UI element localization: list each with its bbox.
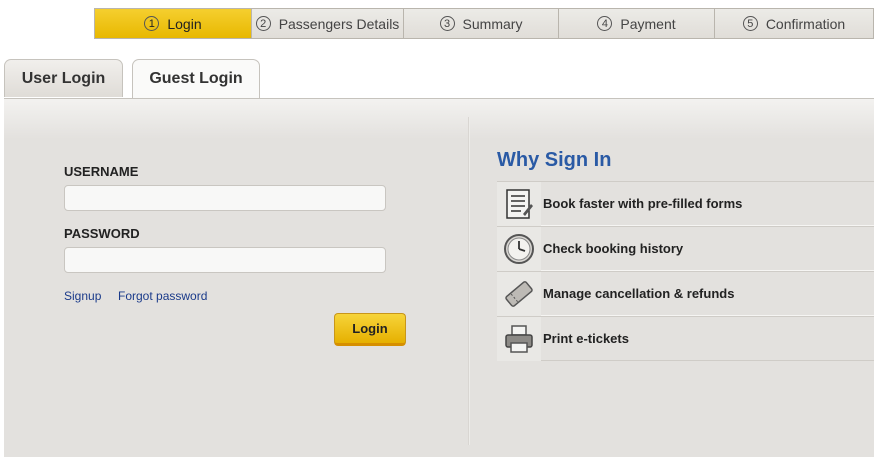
form-icon xyxy=(497,181,541,226)
login-button[interactable]: Login xyxy=(334,313,406,346)
step-label: Payment xyxy=(620,15,676,32)
step-confirmation[interactable]: 5 Confirmation xyxy=(715,9,873,38)
login-tabs: User Login Guest Login xyxy=(4,59,269,98)
step-number: 2 xyxy=(255,16,271,31)
username-input[interactable] xyxy=(64,185,386,211)
step-passengers-details[interactable]: 2 Passengers Details xyxy=(252,9,404,38)
benefits-list: Book faster with pre-filled forms Check … xyxy=(497,181,874,361)
ticket-icon xyxy=(497,271,541,316)
login-panel: USERNAME PASSWORD Signup Forgot password… xyxy=(4,98,874,457)
step-label: Summary xyxy=(462,15,523,32)
benefit-label: Manage cancellation & refunds xyxy=(543,286,735,301)
benefit-label: Check booking history xyxy=(543,241,684,256)
list-item: Manage cancellation & refunds xyxy=(497,271,874,316)
printer-icon xyxy=(497,316,541,361)
benefit-label: Book faster with pre-filled forms xyxy=(543,196,743,211)
tab-guest-login[interactable]: Guest Login xyxy=(132,59,260,98)
step-summary[interactable]: 3 Summary xyxy=(404,9,559,38)
password-label: PASSWORD xyxy=(64,226,140,241)
tab-user-login[interactable]: User Login xyxy=(4,59,123,97)
step-number: 4 xyxy=(597,16,613,31)
booking-progress-stepper: 1 Login 2 Passengers Details 3 Summary 4… xyxy=(94,8,874,39)
panel-divider xyxy=(468,117,470,445)
benefit-label: Print e-tickets xyxy=(543,331,629,346)
step-number: 3 xyxy=(439,16,455,31)
list-item: Book faster with pre-filled forms xyxy=(497,181,874,226)
why-sign-in-title: Why Sign In xyxy=(497,149,612,171)
list-item: Print e-tickets xyxy=(497,316,874,361)
forgot-password-link[interactable]: Forgot password xyxy=(118,289,207,303)
clock-icon xyxy=(497,226,541,271)
signup-link[interactable]: Signup xyxy=(64,289,101,303)
password-input[interactable] xyxy=(64,247,386,273)
step-label: Confirmation xyxy=(765,15,846,32)
step-number: 1 xyxy=(144,16,160,31)
step-label: Login xyxy=(167,15,202,32)
step-payment[interactable]: 4 Payment xyxy=(559,9,715,38)
step-label: Passengers Details xyxy=(278,15,400,32)
username-label: USERNAME xyxy=(64,164,139,179)
list-item: Check booking history xyxy=(497,226,874,271)
step-number: 5 xyxy=(742,16,758,31)
step-login[interactable]: 1 Login xyxy=(95,9,252,38)
